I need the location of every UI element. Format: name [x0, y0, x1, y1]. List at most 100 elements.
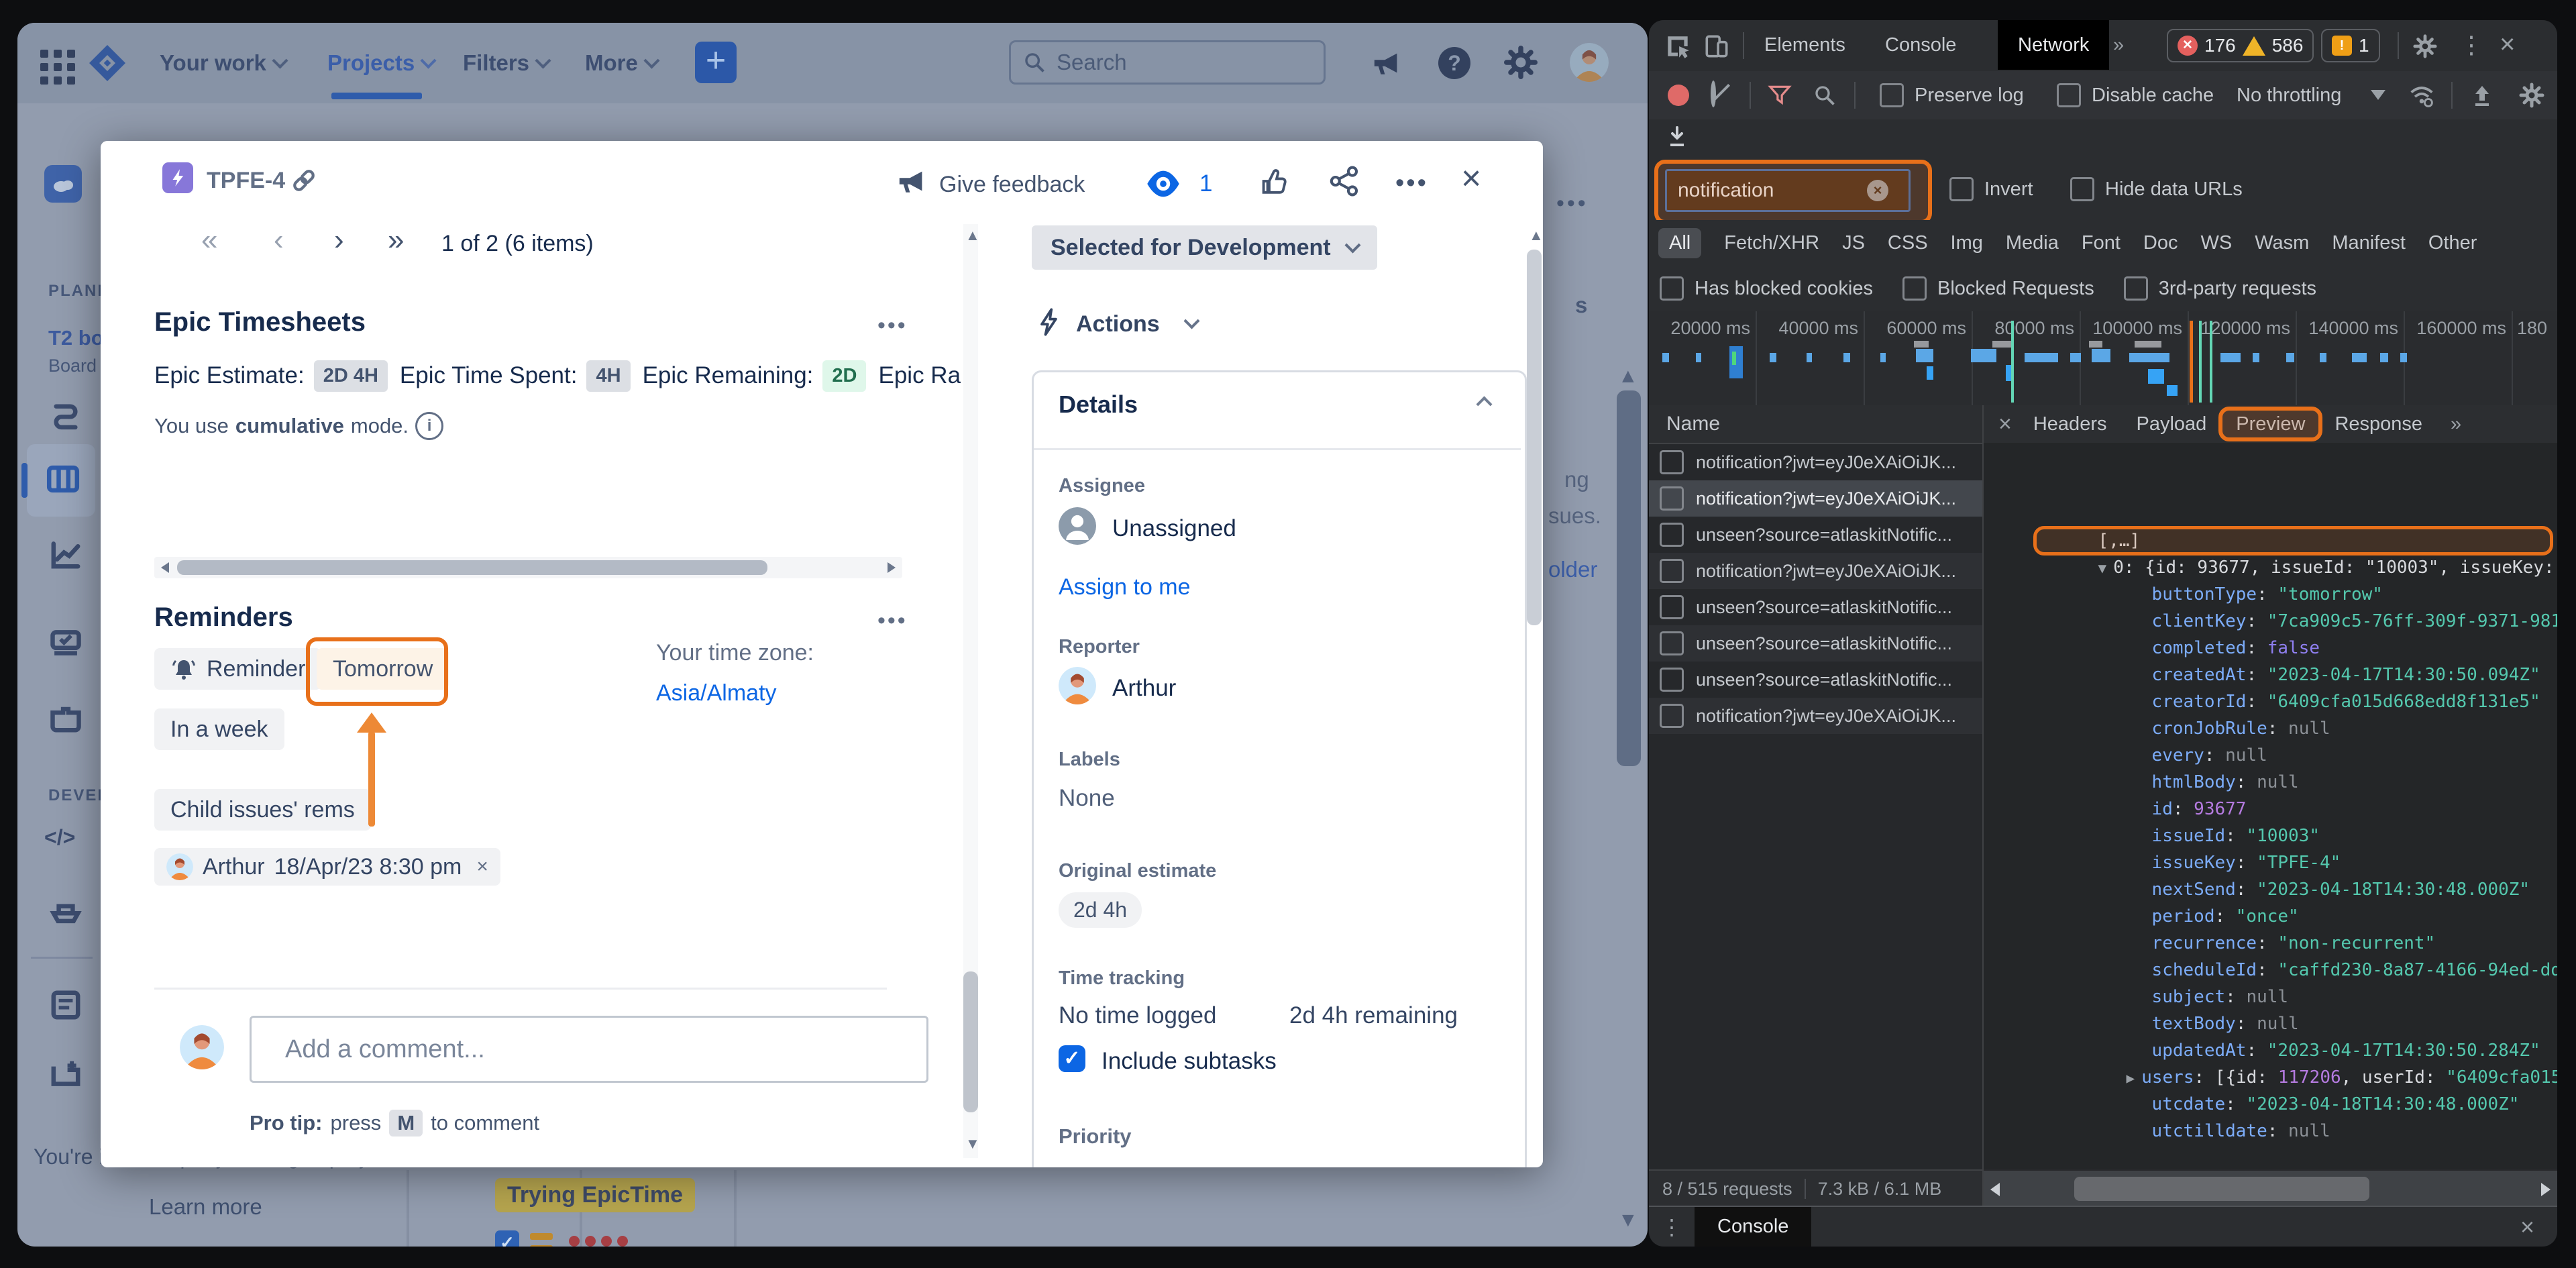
copy-link-icon[interactable] [290, 166, 318, 195]
search-input[interactable] [1055, 49, 1279, 76]
megaphone-icon[interactable] [1371, 47, 1403, 79]
type-filter-pill[interactable]: CSS [1888, 232, 1928, 254]
sidebar-item-releases-icon[interactable] [48, 892, 83, 927]
watch-icon[interactable] [1144, 169, 1182, 199]
json-line[interactable]: ▼0: {id: 93677, issueId: "10003", issueK… [1984, 474, 2557, 500]
preview-hscroll-thumb[interactable] [2074, 1177, 2369, 1201]
network-settings-icon[interactable] [2518, 82, 2545, 109]
reporter-value[interactable]: Arthur [1112, 675, 1176, 702]
pagination-next-icon[interactable]: › [334, 225, 344, 255]
bg-scroll-up-icon[interactable]: ▲ [1618, 365, 1638, 388]
vote-thumbs-up-icon[interactable] [1257, 165, 1289, 197]
right-column-scroll-thumb[interactable] [1527, 250, 1542, 625]
tomorrow-button[interactable]: Tomorrow [317, 648, 449, 690]
scroll-left-icon[interactable] [161, 562, 169, 573]
json-line[interactable]: issueKey: "TPFE-4" [1984, 769, 2557, 796]
json-line[interactable]: issueId: "10003" [1984, 742, 2557, 769]
json-line[interactable]: cronJobRule: null [1984, 635, 2557, 662]
more-tabs-icon[interactable]: » [2113, 20, 2124, 70]
assignee-value[interactable]: Unassigned [1112, 515, 1236, 542]
bg-learn-more-link[interactable]: Learn more [149, 1194, 262, 1220]
drawer-console-tab[interactable]: Console [1695, 1207, 1811, 1247]
drawer-menu-icon[interactable]: ⋮ [1649, 1214, 1695, 1240]
json-line[interactable]: htmlBody: null [1984, 688, 2557, 715]
app-switcher-icon[interactable] [40, 50, 48, 58]
type-filter-pill[interactable]: Manifest [2332, 232, 2406, 254]
json-line[interactable]: period: "once" [1984, 823, 2557, 849]
global-search[interactable] [1009, 40, 1326, 85]
preview-more-tabs-icon[interactable]: » [2437, 413, 2475, 435]
sidebar-item-components-icon[interactable] [48, 700, 83, 735]
request-row[interactable]: notification?jwt=eyJ0eXAiOiJK... [1649, 553, 1982, 589]
epic-menu-icon[interactable]: ••• [877, 313, 908, 339]
json-line[interactable]: completed: false [1984, 554, 2557, 581]
sidebar-item-issues-icon[interactable] [48, 625, 83, 660]
json-line[interactable]: updatedAt: "2023-04-17T14:30:50.284Z" [1984, 957, 2557, 984]
preview-hscrollbar[interactable] [1984, 1171, 2557, 1207]
nav-item[interactable]: Your work [160, 23, 286, 103]
bg-scroll-down-icon[interactable]: ▼ [1618, 1209, 1638, 1232]
export-har-icon[interactable] [1664, 125, 1690, 152]
issues-badge[interactable]: ! 1 [2321, 29, 2380, 62]
give-feedback-label[interactable]: Give feedback [939, 172, 1085, 198]
bg-page-scrollbar[interactable] [1617, 390, 1641, 766]
json-line[interactable]: creatorId: "6409cfa015d668edd8f131e5" [1984, 608, 2557, 635]
request-row[interactable]: notification?jwt=eyJ0eXAiOiJK... [1649, 480, 1982, 517]
json-line[interactable]: recurrence: "non-recurrent" [1984, 849, 2557, 876]
preview-json-tree[interactable]: [,…] ▼0: {id: 93677, issueId: "10003", i… [1984, 443, 2557, 1169]
devtools-tab[interactable]: Console [1885, 20, 1956, 70]
sidebar-item-pages-icon[interactable] [48, 988, 83, 1022]
nav-item[interactable]: More [585, 23, 657, 103]
request-row[interactable]: unseen?source=atlaskitNotific... [1649, 625, 1982, 662]
json-line[interactable]: nextSend: "2023-04-18T14:30:48.000Z" [1984, 796, 2557, 823]
scroll-left-icon[interactable] [1990, 1183, 2000, 1196]
create-button[interactable]: + [695, 42, 737, 83]
reminder-button[interactable]: Reminder [154, 648, 321, 690]
throttling-dropdown-icon[interactable] [2371, 90, 2385, 100]
scroll-up-icon[interactable]: ▲ [1529, 227, 1543, 244]
scroll-up-icon[interactable]: ▲ [965, 227, 980, 244]
json-line[interactable]: every: null [1984, 662, 2557, 688]
pagination-first-icon[interactable]: « [201, 225, 217, 255]
scroll-right-icon[interactable] [2541, 1183, 2551, 1196]
hide-data-urls-checkbox[interactable]: Hide data URLs [2070, 177, 2243, 201]
json-line[interactable]: subject: null [1984, 903, 2557, 930]
disable-cache-checkbox[interactable]: Disable cache [2057, 83, 2214, 107]
preview-tab[interactable]: Payload [2121, 405, 2221, 443]
comment-box[interactable] [250, 1016, 928, 1083]
left-column-scroll-thumb[interactable] [963, 971, 978, 1112]
jira-logo-icon[interactable] [87, 43, 127, 83]
json-line[interactable]: id: 93677 [1984, 715, 2557, 742]
time-logged-value[interactable]: No time logged [1059, 1002, 1216, 1029]
type-filter-pill[interactable]: Font [2082, 232, 2121, 254]
devtools-tab[interactable]: Elements [1764, 20, 1845, 70]
advanced-filter-checkbox[interactable]: Blocked Requests [1902, 276, 2094, 301]
original-estimate-value[interactable]: 2d 4h [1059, 892, 1142, 928]
more-actions-icon[interactable]: ••• [1395, 169, 1428, 198]
json-line[interactable]: ▶users: [{id: 117206, userId: "6409cfa01… [1984, 984, 2557, 1010]
type-filter-pill[interactable]: Media [2006, 232, 2059, 254]
type-filter-pill[interactable]: Other [2428, 232, 2477, 254]
preserve-log-checkbox[interactable]: Preserve log [1880, 83, 2024, 107]
include-subtasks-checkbox[interactable]: ✓ [1059, 1045, 1085, 1072]
inspect-element-icon[interactable] [1664, 32, 1692, 60]
project-avatar[interactable] [44, 165, 82, 203]
give-feedback-icon[interactable] [896, 165, 928, 197]
devtools-settings-icon[interactable] [2412, 34, 2438, 59]
user-avatar[interactable] [1570, 43, 1609, 82]
pagination-prev-icon[interactable]: ‹ [274, 225, 284, 255]
sidebar-item-reports-icon[interactable] [48, 537, 83, 572]
epic-hscrollbar[interactable] [154, 557, 902, 578]
request-checkbox[interactable] [1660, 559, 1684, 583]
request-list-header[interactable]: Name [1649, 405, 1982, 444]
request-row[interactable]: unseen?source=atlaskitNotific... [1649, 662, 1982, 698]
devtools-close-icon[interactable]: × [2500, 30, 2515, 60]
network-conditions-icon[interactable] [2407, 81, 2436, 110]
comment-input[interactable] [252, 1035, 894, 1065]
preview-tab[interactable]: Preview [2221, 405, 2320, 443]
devtools-tab[interactable]: Network [1998, 20, 2109, 70]
json-line[interactable]: scheduleId: "caffd230-8a87-4166-94ed-dd3… [1984, 876, 2557, 903]
epic-hscroll-thumb[interactable] [177, 560, 767, 575]
filter-input[interactable] [1667, 178, 1867, 203]
request-checkbox[interactable] [1660, 631, 1684, 655]
